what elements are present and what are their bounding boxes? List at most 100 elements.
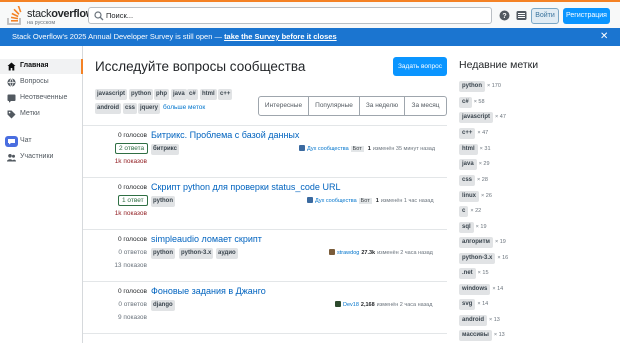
modified-time[interactable]: изменён 2 часа назад [377, 250, 433, 256]
stackoverflow-logo[interactable]: stackoverflow на русском [5, 5, 94, 27]
user-name-link[interactable]: strawdog [337, 250, 359, 256]
top-bar: stackoverflow на русском ? Войти Регистр… [0, 0, 620, 28]
question-summary: 0 голосов 0 ответов 9 показов Фоновые за… [83, 282, 447, 334]
tab-popular[interactable]: Популярные [309, 97, 360, 115]
vote-count: 0 голосов [118, 184, 147, 191]
register-button[interactable]: Регистрация [563, 8, 610, 24]
user-name-link[interactable]: Дух сообщества [307, 146, 349, 152]
tag-chip[interactable]: битрикс [151, 144, 179, 155]
view-count: 13 показов [114, 262, 147, 269]
modified-time[interactable]: изменён 2 часа назад [377, 302, 433, 308]
tag-chip[interactable]: .net [459, 268, 476, 279]
recent-tag-item: алгоритм × 19 [459, 237, 506, 248]
user-name-link[interactable]: Дух сообщества [315, 198, 357, 204]
search-input[interactable] [106, 9, 476, 22]
sidebar-item-label: Неотвеченные [20, 94, 68, 101]
tag-chip[interactable]: аудио [216, 248, 238, 259]
survey-link[interactable]: take the Survey before it closes [224, 32, 337, 41]
tag-chip[interactable]: c++ [218, 89, 233, 100]
sidebar-item-label: Главная [20, 62, 49, 69]
sidebar-item-questions[interactable]: Вопросы [0, 75, 83, 90]
avatar[interactable] [329, 249, 335, 255]
sidebar-item-tags[interactable]: Метки [0, 107, 83, 122]
recent-tag-item: java × 29 [459, 159, 490, 170]
globe-icon [7, 78, 16, 87]
tag-count: × 14 [492, 286, 504, 292]
tag-chip[interactable]: android [95, 103, 121, 114]
sidebar-item-home[interactable]: Главная [0, 59, 83, 74]
recent-tag-item: c++ × 47 [459, 128, 488, 139]
tag-count: × 16 [497, 255, 509, 261]
tab-month[interactable]: За месяц [405, 97, 446, 115]
modified-time[interactable]: изменён 1 час назад [381, 198, 434, 204]
login-button[interactable]: Войти [531, 8, 559, 24]
recent-tag-item: windows × 14 [459, 284, 503, 295]
tag-chip[interactable]: windows [459, 284, 491, 295]
recent-tag-item: c × 22 [459, 206, 481, 217]
tag-chip[interactable]: python [129, 89, 153, 100]
tag-count: × 170 [487, 83, 501, 89]
tag-chip[interactable]: python [151, 248, 175, 259]
tag-chip[interactable]: python-3.x [179, 248, 214, 259]
question-title-link[interactable]: Скрипт python для проверки status_code U… [151, 182, 340, 192]
tag-chip[interactable]: android [459, 315, 487, 326]
recent-tags-heading: Недавние метки [459, 59, 539, 71]
tag-count: × 47 [495, 114, 506, 120]
page-title: Исследуйте вопросы сообщества [95, 59, 306, 74]
question-title-link[interactable]: Битрикс. Проблема с базой данных [151, 130, 299, 140]
sidebar-item-users[interactable]: Участники [0, 150, 83, 165]
sidebar-item-unanswered[interactable]: Неотвеченные [0, 91, 83, 106]
question-summary: 0 голосов 1 ответ 1k показов Скрипт pyth… [83, 178, 447, 230]
ask-question-button[interactable]: Задать вопрос [393, 57, 447, 76]
question-title-link[interactable]: simpleaudio ломает скрипт [151, 234, 262, 244]
vote-count: 0 голосов [118, 132, 147, 139]
tag-count: × 26 [481, 193, 492, 199]
tag-chip[interactable]: javascript [95, 89, 128, 100]
tag-chip[interactable]: c [459, 206, 469, 217]
tag-chip[interactable]: python-3.x [459, 253, 496, 264]
recent-tag-item: массивы × 13 [459, 330, 505, 341]
avatar[interactable] [299, 145, 305, 151]
answer-count: 0 ответов [118, 301, 147, 308]
svg-text:?: ? [502, 13, 506, 20]
tag-chip[interactable]: python [151, 196, 175, 207]
tag-chip[interactable]: jquery [138, 103, 161, 114]
modified-time[interactable]: изменён 35 минут назад [373, 146, 435, 152]
avatar[interactable] [307, 197, 313, 203]
question-title-link[interactable]: Фоновые задания в Джанго [151, 286, 266, 296]
search-box[interactable] [88, 7, 492, 24]
help-icon[interactable]: ? [499, 10, 510, 21]
tag-chip[interactable]: html [459, 144, 478, 155]
tag-chip[interactable]: c++ [459, 128, 476, 139]
avatar[interactable] [335, 301, 341, 307]
user-name-link[interactable]: Dev18 [343, 302, 359, 308]
tag-chip[interactable]: java [459, 159, 477, 170]
bot-badge: Бот [350, 146, 364, 152]
tab-interesting[interactable]: Интересные [259, 97, 309, 115]
tag-chip[interactable]: java [171, 89, 187, 100]
tag-chip[interactable]: css [459, 175, 476, 186]
tag-chip[interactable]: javascript [459, 112, 494, 123]
tag-chip[interactable]: c# [459, 97, 472, 108]
tag-count: × 28 [477, 177, 488, 183]
tag-chip[interactable]: python [459, 81, 485, 92]
tag-chip[interactable]: php [154, 89, 169, 100]
tag-chip[interactable]: массивы [459, 330, 492, 341]
reputation: 2,168 [360, 302, 375, 308]
tag-chip[interactable]: sql [459, 222, 474, 233]
close-icon[interactable]: ✕ [600, 31, 608, 42]
tag-chip[interactable]: html [200, 89, 217, 100]
sidebar-item-chat[interactable]: Чат [0, 134, 83, 149]
tag-chip[interactable]: c# [187, 89, 198, 100]
tag-chip[interactable]: linux [459, 191, 480, 202]
view-count: 1k показов [114, 158, 147, 165]
more-tags-link[interactable]: больше меток [163, 104, 205, 111]
tag-chip[interactable]: алгоритм [459, 237, 493, 248]
tag-chip[interactable]: svg [459, 299, 476, 310]
reputation: 1 [375, 198, 379, 204]
tag-chip[interactable]: django [151, 300, 175, 311]
tag-chip[interactable]: css [123, 103, 138, 114]
site-switcher-icon[interactable] [516, 10, 527, 21]
unanswered-icon [7, 94, 16, 103]
tab-week[interactable]: За неделю [360, 97, 405, 115]
